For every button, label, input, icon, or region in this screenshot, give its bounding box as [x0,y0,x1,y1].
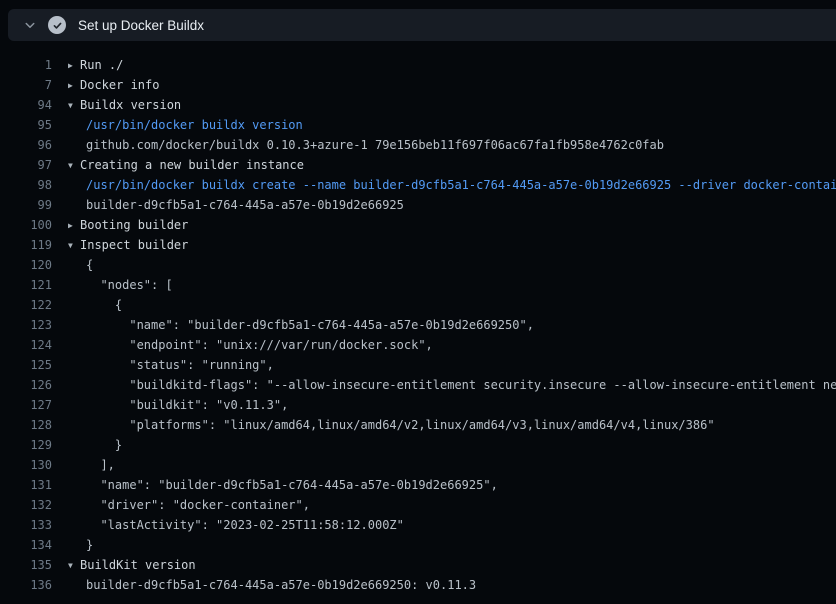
line-number[interactable]: 129 [0,435,52,455]
log-line-text: "nodes": [ [52,275,836,295]
line-number[interactable]: 134 [0,535,52,555]
triangle-expanded-icon[interactable]: ▼ [68,236,80,255]
line-number[interactable]: 95 [0,115,52,135]
log-line: 127 "buildkit": "v0.11.3", [0,395,836,415]
log-line-text: ▼Creating a new builder instance [52,155,836,175]
line-number[interactable]: 127 [0,395,52,415]
log-line: 131 "name": "builder-d9cfb5a1-c764-445a-… [0,475,836,495]
line-number[interactable]: 94 [0,95,52,115]
log-line-text: "endpoint": "unix:///var/run/docker.sock… [52,335,836,355]
line-number[interactable]: 135 [0,555,52,575]
log-line-text: ▶Run ./ [52,55,836,75]
line-number[interactable]: 131 [0,475,52,495]
log-group-row[interactable]: 100 ▶Booting builder [0,215,836,235]
line-number[interactable]: 120 [0,255,52,275]
log-line-text: ], [52,455,836,475]
log-line: 120 { [0,255,836,275]
log-line: 98 /usr/bin/docker buildx create --name … [0,175,836,195]
log-line-text: "lastActivity": "2023-02-25T11:58:12.000… [52,515,836,535]
log-line-text: /usr/bin/docker buildx version [52,115,836,135]
chevron-down-icon[interactable] [18,13,42,37]
log-group-row[interactable]: 119 ▼Inspect builder [0,235,836,255]
log-line: 125 "status": "running", [0,355,836,375]
log-line: 130 ], [0,455,836,475]
log-line: 96 github.com/docker/buildx 0.10.3+azure… [0,135,836,155]
line-number[interactable]: 125 [0,355,52,375]
line-number[interactable]: 97 [0,155,52,175]
line-number[interactable]: 121 [0,275,52,295]
log-line: 124 "endpoint": "unix:///var/run/docker.… [0,335,836,355]
log-line-text: builder-d9cfb5a1-c764-445a-a57e-0b19d2e6… [52,575,836,595]
check-circle-icon [48,16,66,34]
log-line-text: } [52,435,836,455]
line-number[interactable]: 130 [0,455,52,475]
line-number[interactable]: 126 [0,375,52,395]
log-line-text: builder-d9cfb5a1-c764-445a-a57e-0b19d2e6… [52,195,836,215]
line-number[interactable]: 96 [0,135,52,155]
log-line-text: "buildkitd-flags": "--allow-insecure-ent… [52,375,836,395]
triangle-collapsed-icon[interactable]: ▶ [68,56,80,75]
log-line-text: ▼Buildx version [52,95,836,115]
log-group-row[interactable]: 135 ▼BuildKit version [0,555,836,575]
log-line: 95 /usr/bin/docker buildx version [0,115,836,135]
line-number[interactable]: 7 [0,75,52,95]
step-header[interactable]: Set up Docker Buildx [8,9,836,41]
triangle-expanded-icon[interactable]: ▼ [68,156,80,175]
log-group-row[interactable]: 97 ▼Creating a new builder instance [0,155,836,175]
log-line-text: "driver": "docker-container", [52,495,836,515]
log-line-text: { [52,295,836,315]
log-line: 99 builder-d9cfb5a1-c764-445a-a57e-0b19d… [0,195,836,215]
triangle-collapsed-icon[interactable]: ▶ [68,76,80,95]
log-line-text: ▼Inspect builder [52,235,836,255]
log-line: 123 "name": "builder-d9cfb5a1-c764-445a-… [0,315,836,335]
log-line-text: "platforms": "linux/amd64,linux/amd64/v2… [52,415,836,435]
log-line: 126 "buildkitd-flags": "--allow-insecure… [0,375,836,395]
log-line-text: "buildkit": "v0.11.3", [52,395,836,415]
log-line: 128 "platforms": "linux/amd64,linux/amd6… [0,415,836,435]
log-line-text: } [52,535,836,555]
line-number[interactable]: 136 [0,575,52,595]
line-number[interactable]: 124 [0,335,52,355]
log-line-text: "name": "builder-d9cfb5a1-c764-445a-a57e… [52,475,836,495]
log-line-text: /usr/bin/docker buildx create --name bui… [52,175,836,195]
line-number[interactable]: 122 [0,295,52,315]
log-line-text: ▶Docker info [52,75,836,95]
line-number[interactable]: 128 [0,415,52,435]
log-line-text: "status": "running", [52,355,836,375]
step-title: Set up Docker Buildx [78,18,204,33]
log-line: 121 "nodes": [ [0,275,836,295]
log-line-text: { [52,255,836,275]
log-line-text: github.com/docker/buildx 0.10.3+azure-1 … [52,135,836,155]
line-number[interactable]: 132 [0,495,52,515]
triangle-expanded-icon[interactable]: ▼ [68,556,80,575]
log-line: 134 } [0,535,836,555]
triangle-collapsed-icon[interactable]: ▶ [68,216,80,235]
log-line-text: "name": "builder-d9cfb5a1-c764-445a-a57e… [52,315,836,335]
log-group-row[interactable]: 1 ▶Run ./ [0,55,836,75]
line-number[interactable]: 99 [0,195,52,215]
log-area: 1 ▶Run ./ 7 ▶Docker info 94 ▼Buildx vers… [0,41,836,604]
log-line-text: ▶Booting builder [52,215,836,235]
line-number[interactable]: 1 [0,55,52,75]
log-line-text: ▼BuildKit version [52,555,836,575]
log-line: 136 builder-d9cfb5a1-c764-445a-a57e-0b19… [0,575,836,595]
line-number[interactable]: 100 [0,215,52,235]
triangle-expanded-icon[interactable]: ▼ [68,96,80,115]
line-number[interactable]: 98 [0,175,52,195]
log-line: 122 { [0,295,836,315]
log-line: 133 "lastActivity": "2023-02-25T11:58:12… [0,515,836,535]
log-group-row[interactable]: 7 ▶Docker info [0,75,836,95]
line-number[interactable]: 123 [0,315,52,335]
line-number[interactable]: 119 [0,235,52,255]
log-line: 129 } [0,435,836,455]
log-line: 132 "driver": "docker-container", [0,495,836,515]
log-group-row[interactable]: 94 ▼Buildx version [0,95,836,115]
line-number[interactable]: 133 [0,515,52,535]
